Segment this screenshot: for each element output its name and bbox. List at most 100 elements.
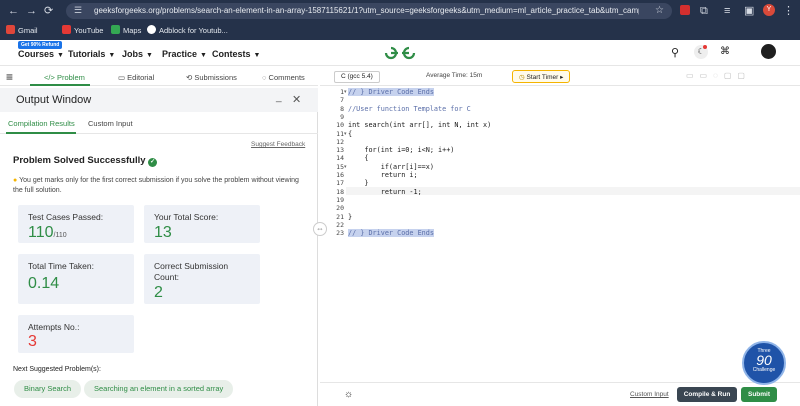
theme-icon[interactable]: ☼: [344, 389, 353, 400]
code-line: // } Driver Code Ends: [348, 88, 434, 96]
start-timer-button[interactable]: ◷ Start Timer ▸: [512, 70, 571, 83]
editor-toolbar: C (gcc 5.4) Average Time: 15m ◷ Start Ti…: [320, 68, 800, 86]
average-time: Average Time: 15m: [426, 72, 483, 79]
time-value: 0.14: [28, 275, 60, 292]
line-number: 13: [336, 146, 344, 155]
bookmark-youtube[interactable]: YouTube: [62, 25, 103, 35]
tab-editorial[interactable]: ▭ Editorial: [118, 73, 154, 82]
line-number: 1: [340, 88, 344, 96]
submit-button[interactable]: Submit: [741, 387, 777, 402]
code-line: // } Driver Code Ends: [348, 229, 434, 238]
code-line: //User function Template for C: [348, 104, 471, 113]
close-icon[interactable]: ✕: [292, 93, 301, 106]
play-icon: ▸: [560, 74, 564, 81]
tab-submissions[interactable]: ⟲ Submissions: [186, 73, 237, 82]
code-line: {: [348, 154, 369, 163]
line-number: 18: [336, 187, 344, 196]
tab-custom-input[interactable]: Custom Input: [88, 119, 133, 128]
code-line: {: [348, 129, 353, 138]
chevron-down-icon: ▼: [57, 52, 64, 59]
chevron-down-icon: ▼: [146, 52, 153, 59]
active-subtab-indicator: [6, 132, 76, 134]
active-tab-indicator: [30, 84, 90, 86]
refund-badge: Get 90% Refund: [18, 41, 63, 49]
submission-count-value: 2: [154, 284, 163, 301]
minimize-icon[interactable]: _: [276, 92, 282, 103]
custom-input-link[interactable]: Custom Input: [630, 391, 669, 398]
line-number: 19: [336, 195, 344, 204]
submission-count-card: Correct Submission Count: 2: [144, 254, 260, 304]
nav-contests[interactable]: Contests ▼: [212, 49, 260, 59]
address-bar[interactable]: ☰ geeksforgeeks.org/problems/search-an-e…: [66, 3, 672, 19]
line-number: 17: [336, 179, 344, 188]
output-title: Output Window: [16, 94, 92, 106]
tab-problem[interactable]: </> Problem: [44, 73, 85, 82]
back-icon[interactable]: ←: [8, 5, 19, 17]
reload-icon[interactable]: ⟳: [44, 5, 53, 17]
note-text: ● You get marks only for the first corre…: [13, 177, 299, 194]
site-info-icon[interactable]: ☰: [74, 5, 82, 16]
challenge-seal[interactable]: Three 90 Challenge: [742, 341, 786, 385]
line-number: 7: [340, 96, 344, 105]
browser-chrome: ← → ⟳ ☰ geeksforgeeks.org/problems/searc…: [0, 0, 800, 40]
bookmark-adblock[interactable]: Adblock for Youtub...: [147, 25, 228, 35]
editor-footer: ☼ Custom Input Compile & Run Submit: [320, 382, 800, 406]
nav-tutorials[interactable]: Tutorials ▼: [68, 49, 115, 59]
submission-count-label: Correct Submission Count:: [154, 261, 229, 282]
extension-icon[interactable]: ⧉: [700, 5, 708, 17]
code-line: int search(int arr[], int N, int x): [348, 121, 492, 130]
output-header: Output Window _ ✕: [0, 88, 318, 112]
nav-courses[interactable]: Courses ▼: [18, 49, 64, 59]
suggestion-sorted-array[interactable]: Searching an element in a sorted array: [84, 380, 234, 398]
score-value: 13: [154, 224, 172, 241]
compile-run-button[interactable]: Compile & Run: [677, 387, 737, 402]
line-number: 23: [336, 229, 344, 238]
time-card: Total Time Taken: 0.14: [18, 254, 134, 304]
menu-list-icon[interactable]: ≡: [724, 5, 730, 17]
suggestion-binary-search[interactable]: Binary Search: [14, 380, 82, 398]
output-window: Output Window _ ✕ Compilation Results Cu…: [0, 88, 318, 406]
search-icon[interactable]: ⚲: [671, 46, 679, 59]
score-card: Your Total Score: 13: [144, 205, 260, 243]
attempts-value: 3: [28, 333, 37, 350]
language-select[interactable]: C (gcc 5.4): [334, 71, 380, 83]
tests-value: 110/110: [28, 224, 67, 241]
line-number: 9: [340, 112, 344, 121]
sidebar-icon[interactable]: ▣: [744, 5, 754, 17]
tests-card: Test Cases Passed: 110/110: [18, 205, 134, 243]
suggest-feedback-link[interactable]: Suggest Feedback: [251, 141, 305, 148]
nav-jobs[interactable]: Jobs ▼: [122, 49, 153, 59]
nav-practice[interactable]: Practice ▼: [162, 49, 207, 59]
editor-actions-icons[interactable]: ▭▭◌▢▢: [686, 71, 751, 80]
fold-marker-icon[interactable]: ▾: [344, 89, 347, 95]
seal-bottom: Challenge: [752, 367, 776, 373]
more-icon[interactable]: ⋮: [783, 5, 794, 17]
chevron-down-icon: ▼: [108, 52, 116, 59]
hamburger-icon[interactable]: ≡: [6, 70, 13, 84]
bookmark-gmail[interactable]: Gmail: [6, 25, 38, 35]
line-number: 14: [336, 154, 344, 163]
tab-compilation-results[interactable]: Compilation Results: [8, 119, 75, 128]
translate-icon[interactable]: ⌘: [720, 46, 730, 57]
line-number: 12: [336, 137, 344, 146]
forward-icon[interactable]: →: [26, 5, 37, 17]
fold-marker-icon[interactable]: ▾: [344, 131, 347, 137]
bookmark-maps[interactable]: Maps: [111, 25, 141, 35]
score-label: Your Total Score:: [154, 212, 219, 222]
fold-marker-icon[interactable]: ▾: [344, 164, 347, 170]
line-number: 16: [336, 171, 344, 179]
user-avatar[interactable]: [761, 44, 776, 59]
star-icon[interactable]: ☆: [655, 5, 664, 16]
seal-number: 90: [756, 352, 772, 368]
gfg-logo[interactable]: [383, 45, 417, 61]
line-number: 10: [336, 121, 344, 130]
youtube-extension-icon[interactable]: [680, 5, 690, 15]
line-number: 11: [336, 129, 344, 138]
bulb-icon: ●: [13, 177, 18, 184]
chevron-down-icon: ▼: [253, 52, 261, 59]
tab-comments[interactable]: ◌ Comments: [262, 73, 305, 82]
profile-avatar[interactable]: Y: [763, 4, 775, 16]
attempts-label: Attempts No.:: [28, 322, 80, 332]
code-line: if(arr[i]==x): [348, 162, 434, 171]
output-subtabs: Compilation Results Custom Input: [0, 114, 318, 134]
